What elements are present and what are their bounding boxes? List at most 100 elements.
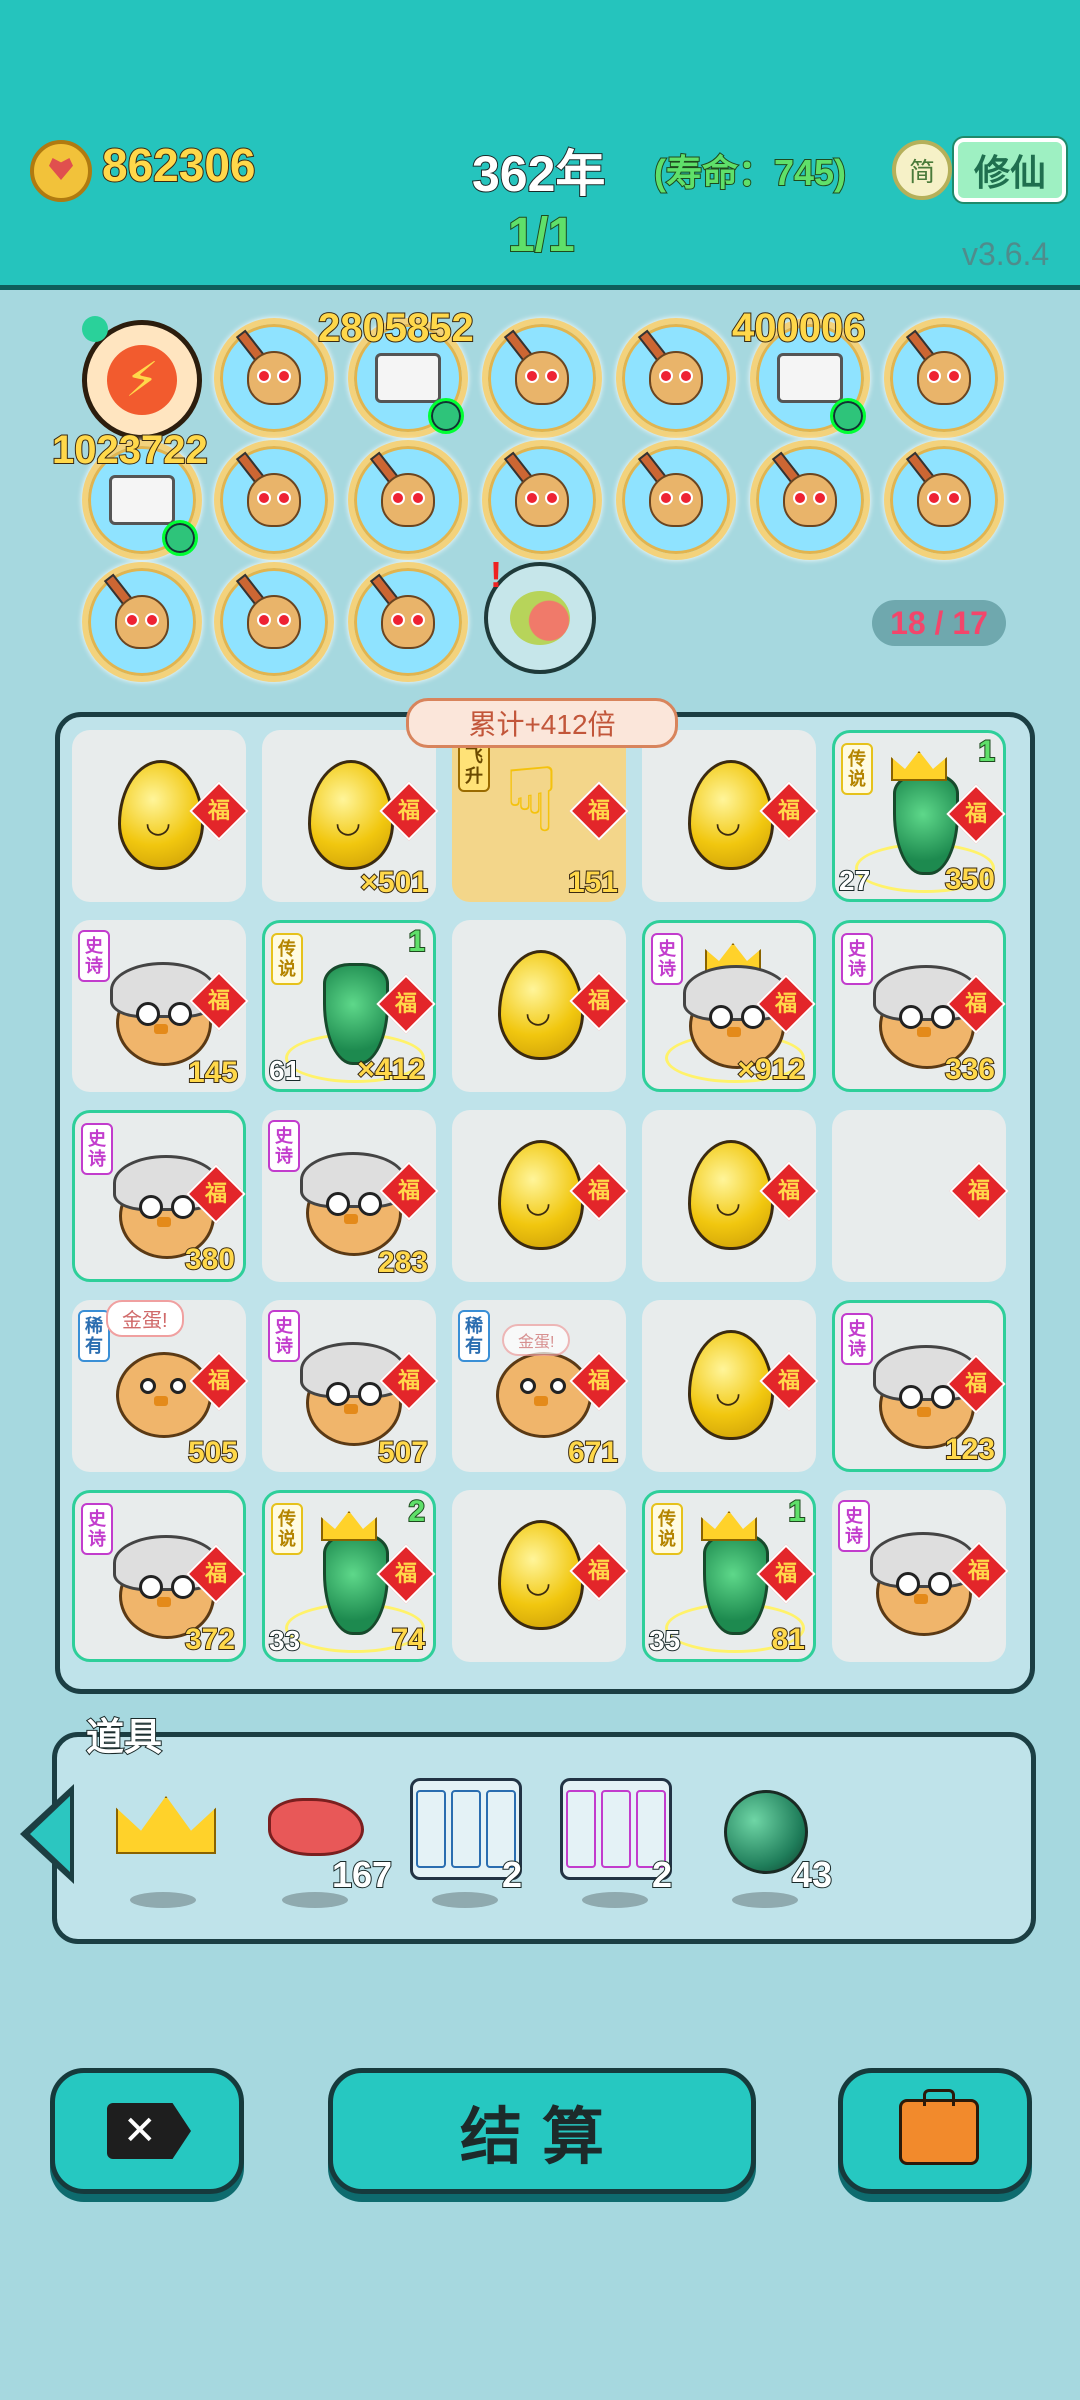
board-cell[interactable]: 史诗福 380 <box>72 1110 246 1282</box>
cell-value: 81 <box>771 1622 806 1657</box>
bag-button[interactable] <box>838 2068 1032 2194</box>
golden-egg-icon <box>498 950 584 1060</box>
cell-value: ×912 <box>736 1052 806 1087</box>
quit-button[interactable]: ✕ <box>50 2068 244 2194</box>
item-shadow <box>582 1892 648 1908</box>
board-cell[interactable]: 福 <box>452 920 629 1092</box>
board-cell[interactable]: 福 <box>72 730 249 902</box>
legendary-tag: 传说 <box>841 743 873 795</box>
skill-orb[interactable] <box>214 440 334 560</box>
board-cell[interactable]: 福 <box>832 1110 1009 1282</box>
multiplier-text: 累计+412倍 <box>468 709 616 740</box>
skill-orb[interactable] <box>348 440 468 560</box>
skill-orb[interactable] <box>616 440 736 560</box>
board-cell[interactable]: ☟ 飞升福 151 <box>452 730 629 902</box>
crown-icon <box>891 751 947 781</box>
simplified-toggle[interactable]: 简 <box>892 140 952 200</box>
cell-level: 27 <box>838 864 871 897</box>
settle-button[interactable]: 结算 <box>328 2068 756 2194</box>
board-cell[interactable]: 史诗福 <box>832 1490 1009 1662</box>
board-cell[interactable]: 传说福 ×412 61 1 <box>262 920 436 1092</box>
epic-tag: 史诗 <box>651 933 683 985</box>
lightning-icon: ⚡ <box>107 345 177 415</box>
item-shadow <box>432 1892 498 1908</box>
skill-orb[interactable] <box>884 440 1004 560</box>
skill-orb[interactable] <box>82 562 202 682</box>
cell-value: 372 <box>184 1622 236 1657</box>
cell-value: 145 <box>187 1055 239 1090</box>
cell-level: 61 <box>268 1054 301 1087</box>
skill-orb[interactable] <box>214 318 334 438</box>
legendary-tag: 传说 <box>651 1503 683 1555</box>
board-cell[interactable]: 福 <box>642 1300 819 1472</box>
status-dot <box>162 520 198 556</box>
skill-orb[interactable] <box>884 318 1004 438</box>
board-cell[interactable]: 传说福 81 35 1 <box>642 1490 816 1662</box>
board-cell[interactable]: 史诗福 283 <box>262 1110 439 1282</box>
board-cell[interactable]: 史诗福 ×912 <box>642 920 816 1092</box>
cell-value: 350 <box>944 862 996 897</box>
chick-icon <box>917 473 971 527</box>
golden-egg-icon <box>688 760 774 870</box>
jade-orb-count: 43 <box>791 1853 833 1896</box>
board-cell[interactable]: 传说福 350 27 1 <box>832 730 1006 902</box>
board-cell[interactable]: 史诗福 145 <box>72 920 249 1092</box>
board-cell[interactable]: 福×501 <box>262 730 439 902</box>
cell-value: ×501 <box>359 865 429 900</box>
skill-orb[interactable] <box>750 440 870 560</box>
board-cell[interactable]: 史诗福 372 <box>72 1490 246 1662</box>
cell-value: 336 <box>944 1052 996 1087</box>
board-cell[interactable]: 福 <box>642 730 819 902</box>
board-cell[interactable]: 传说福 74 33 2 <box>262 1490 436 1662</box>
board-cell[interactable]: 史诗福 507 <box>262 1300 439 1472</box>
board-cell[interactable]: 福 <box>452 1110 629 1282</box>
chick-icon <box>381 595 435 649</box>
skill-orb[interactable] <box>482 318 602 438</box>
chick-icon <box>783 473 837 527</box>
board-cell[interactable]: 史诗福 123 <box>832 1300 1006 1472</box>
epic-cards-count: 2 <box>651 1853 673 1896</box>
cultivate-button[interactable]: 修仙 <box>954 138 1066 202</box>
chick-icon <box>515 473 569 527</box>
epic-tag: 史诗 <box>841 1313 873 1365</box>
epic-tag: 史诗 <box>841 933 873 985</box>
board-cell[interactable]: 史诗福 336 <box>832 920 1006 1092</box>
board-cell[interactable]: 稀有福 671 金蛋! <box>452 1300 629 1472</box>
board-cell[interactable]: 稀有福 505 金蛋! <box>72 1300 249 1472</box>
year-label: 362年 <box>471 145 606 203</box>
cell-value: 505 <box>187 1435 239 1470</box>
multiplier-banner: 累计+412倍 <box>406 698 678 748</box>
legendary-tag: 传说 <box>271 933 303 985</box>
settle-label: 结算 <box>459 2103 624 2172</box>
scroll-left-arrow-icon <box>30 1796 70 1872</box>
golden-egg-icon <box>498 1140 584 1250</box>
pills-icon <box>777 353 843 403</box>
skill-orb[interactable] <box>616 318 736 438</box>
skill-orb[interactable] <box>482 440 602 560</box>
cell-value: 507 <box>377 1435 429 1470</box>
golden-egg-icon <box>688 1140 774 1250</box>
skill-orb[interactable] <box>214 562 334 682</box>
epic-tag: 史诗 <box>268 1120 300 1172</box>
coin-icon <box>30 140 92 202</box>
cell-value: 380 <box>184 1242 236 1277</box>
crown-icon <box>321 1511 377 1541</box>
cell-value: 74 <box>391 1622 426 1657</box>
board-cell[interactable]: 福 <box>452 1490 629 1662</box>
chick-icon <box>381 473 435 527</box>
briefcase-icon <box>899 2099 979 2165</box>
board-cell[interactable]: 福 <box>642 1110 819 1282</box>
chick-icon <box>917 351 971 405</box>
epic-tag: 史诗 <box>81 1503 113 1555</box>
fortune-icon: 福 <box>569 781 629 841</box>
chick-icon <box>649 473 703 527</box>
cell-stars: 1 <box>787 1494 806 1529</box>
stage-progress: 1/1 <box>507 208 576 263</box>
skill-orb[interactable] <box>348 562 468 682</box>
cell-value: 151 <box>567 865 619 900</box>
liver-count: 167 <box>331 1853 393 1896</box>
pointing-hand-icon: ☟ <box>504 751 559 851</box>
status-dot <box>428 398 464 434</box>
cultivate-label: 修仙 <box>973 152 1046 193</box>
pills-icon <box>375 353 441 403</box>
